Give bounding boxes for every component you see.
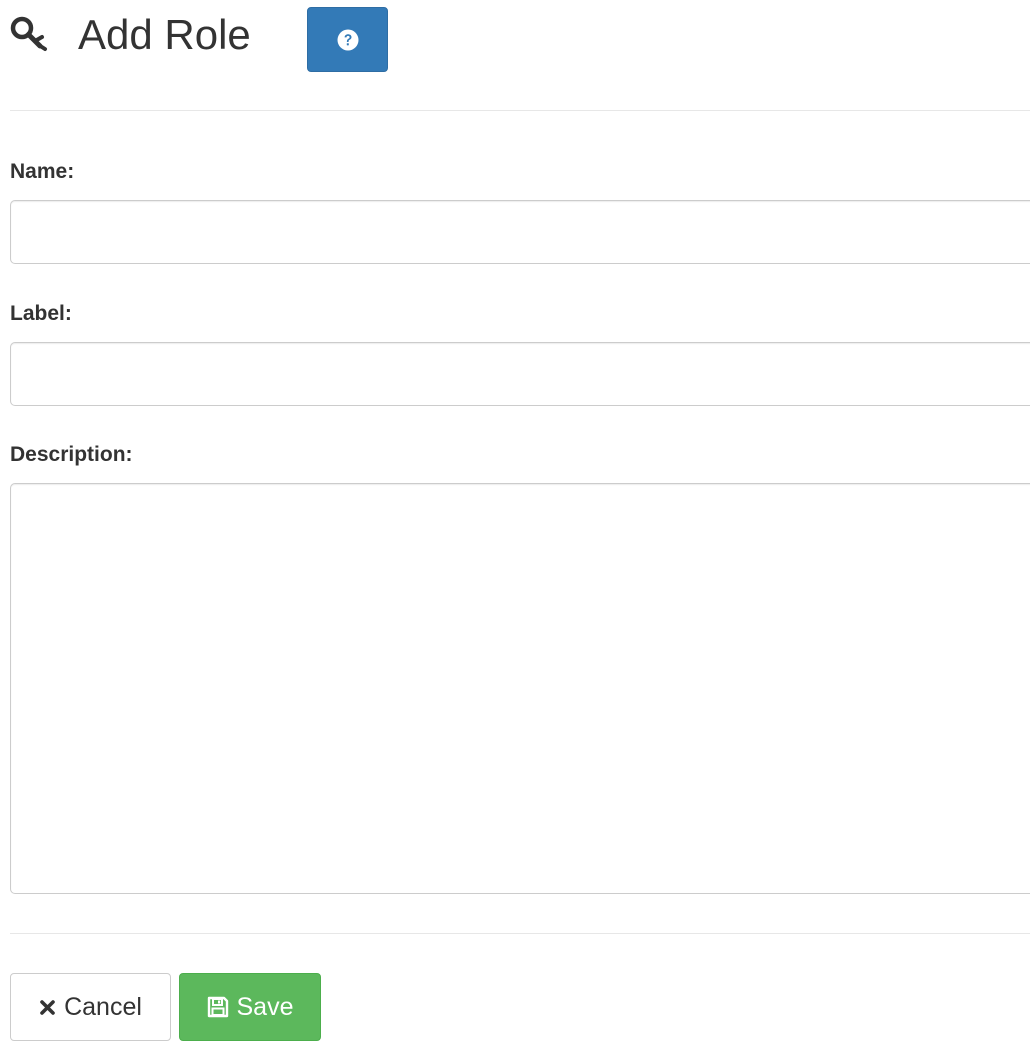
page-header: Add Role xyxy=(10,0,1030,80)
save-button[interactable]: Save xyxy=(179,973,321,1041)
page-title: Add Role xyxy=(78,11,251,58)
save-label: Save xyxy=(236,992,294,1021)
question-circle-icon xyxy=(337,29,358,50)
name-label: Name: xyxy=(10,160,75,183)
key-icon xyxy=(10,16,47,51)
name-input[interactable] xyxy=(10,200,1030,264)
floppy-disk-icon xyxy=(207,996,228,1018)
description-label: Description: xyxy=(10,443,133,466)
cancel-label: Cancel xyxy=(64,992,142,1021)
header-divider xyxy=(10,110,1030,111)
label-field-label: Label: xyxy=(10,302,72,325)
footer-divider xyxy=(10,933,1030,934)
times-icon xyxy=(40,999,55,1015)
help-button[interactable] xyxy=(307,7,388,72)
label-input[interactable] xyxy=(10,342,1030,406)
description-textarea[interactable] xyxy=(10,483,1030,894)
cancel-button[interactable]: Cancel xyxy=(10,973,171,1041)
